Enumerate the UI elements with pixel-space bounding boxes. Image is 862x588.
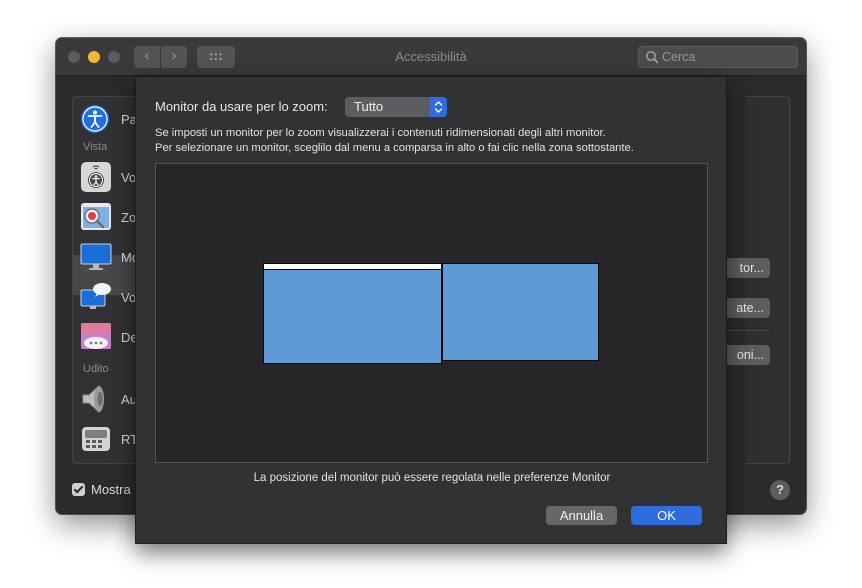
monitor-main[interactable]: [263, 263, 442, 364]
zoom-monitor-sheet: Monitor da usare per lo zoom: Tutto Se i…: [135, 76, 727, 544]
search-placeholder: Cerca: [662, 50, 696, 64]
description-line-2: Per selezionare un monitor, sceglilo dal…: [155, 142, 634, 154]
titlebar: ‹ › Accessibilità Cerca: [56, 38, 806, 76]
cancel-button[interactable]: Annulla: [546, 506, 617, 525]
monitor-secondary[interactable]: [442, 263, 599, 361]
footnote: La posizione del monitor può essere rego…: [253, 472, 611, 484]
sidebar-item-label: Vo: [121, 170, 137, 185]
sidebar: Pa Vista Vo Zo Mo Vo De Udito Au RT: [72, 96, 139, 464]
search-icon: [646, 51, 659, 64]
search-field[interactable]: Cerca: [638, 46, 798, 68]
audio-icon: [82, 384, 104, 414]
section-vista: Vista: [83, 141, 108, 153]
voiceover-icon: [81, 162, 111, 192]
ok-button[interactable]: OK: [631, 506, 702, 525]
sidebar-item-label: Vo: [121, 290, 137, 305]
help-button[interactable]: ?: [770, 480, 790, 500]
descriptions-icon: [81, 323, 111, 349]
rtt-icon: [82, 427, 110, 451]
checkbox-checked[interactable]: [72, 483, 85, 496]
accessibility-icon: [81, 105, 109, 133]
show-in-menubar-checkbox[interactable]: Mostra: [72, 482, 131, 497]
menubar-indicator: [264, 264, 441, 270]
monitor-select-label: Monitor da usare per lo zoom:: [155, 99, 328, 114]
monitor-arrangement-area[interactable]: [155, 163, 708, 463]
content-panel: [746, 96, 790, 464]
monitor-select-popup[interactable]: Tutto: [345, 97, 447, 117]
zoom-icon: [81, 203, 111, 230]
updown-chevron-icon: [430, 97, 447, 117]
sidebar-item-label: Zo: [121, 210, 137, 225]
display-icon: [80, 243, 112, 270]
checkbox-label: Mostra: [91, 482, 131, 497]
spoken-content-icon: [80, 283, 111, 309]
monitor-select-value: Tutto: [354, 99, 384, 114]
section-udito: Udito: [83, 363, 109, 375]
description-line-1: Se imposti un monitor per lo zoom visual…: [155, 127, 606, 139]
